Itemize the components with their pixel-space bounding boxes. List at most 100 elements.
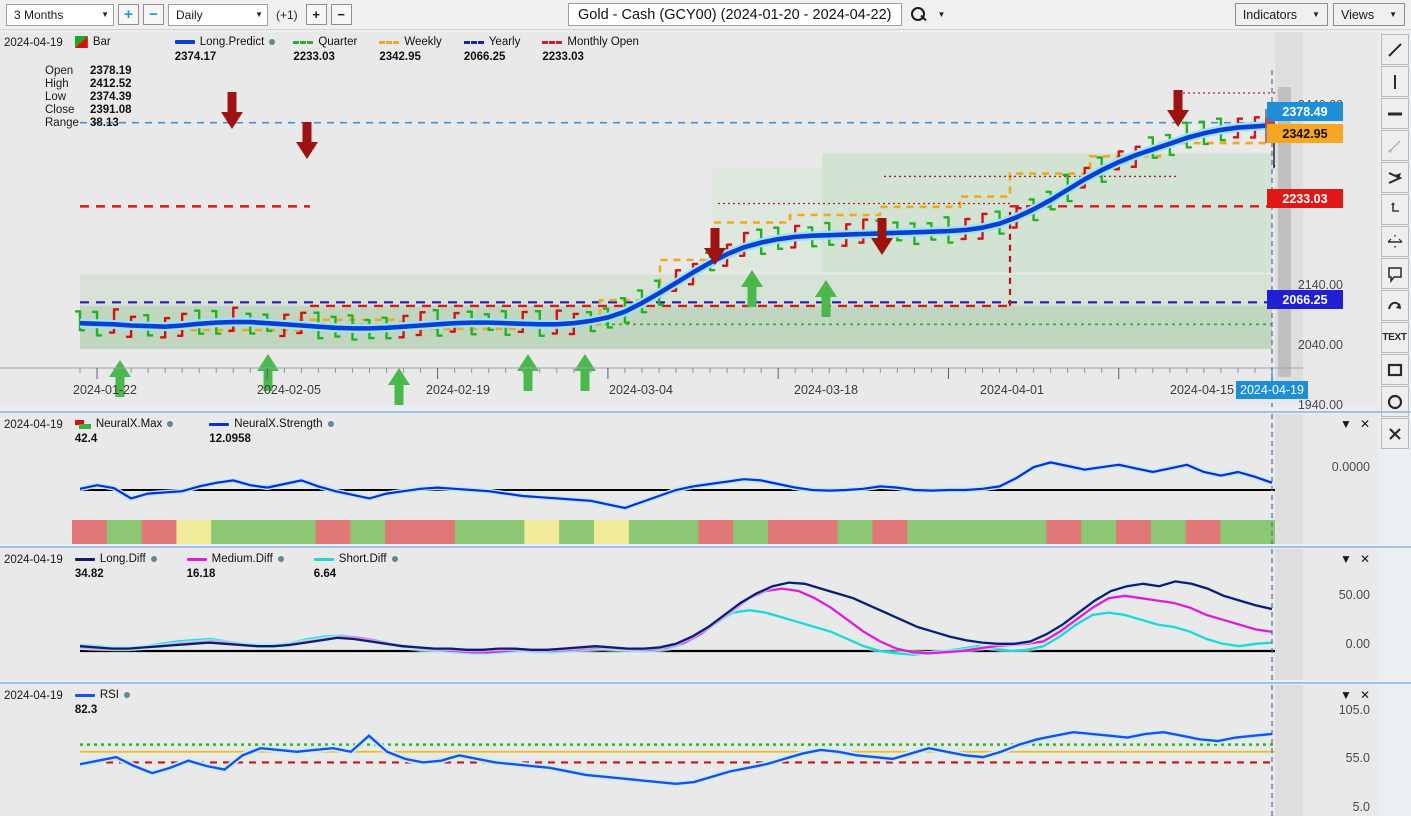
x-cursor-date-tag: 2024-04-19 bbox=[1236, 381, 1308, 399]
range-select-value: 3 Months bbox=[14, 7, 64, 22]
diff-scroll-gutter[interactable] bbox=[1275, 549, 1303, 680]
rsi-panel[interactable]: 2024-04-19 RSI 82.3 ▼ ✕ 105.0 55.0 5.0 bbox=[0, 685, 1378, 816]
x-tick-label: 2024-04-15 bbox=[1170, 383, 1234, 397]
line-swatch-icon bbox=[174, 40, 195, 44]
legend-item-monthly-open[interactable]: Monthly Open 2233.03 bbox=[542, 36, 639, 63]
pitchfork-tool[interactable] bbox=[1380, 162, 1409, 193]
ohlc-open-value: 2378.19 bbox=[90, 65, 132, 77]
settings-dot-icon[interactable] bbox=[150, 556, 157, 562]
range-decrease-button[interactable]: − bbox=[143, 4, 164, 25]
rsi-legend: 2024-04-19 RSI 82.3 bbox=[4, 689, 130, 716]
line-swatch-icon bbox=[74, 557, 95, 561]
neuralx-cursor-date: 2024-04-19 bbox=[4, 419, 63, 431]
interval-decrease-button[interactable]: − bbox=[330, 4, 352, 25]
views-menu-button[interactable]: Views ▼ bbox=[1332, 3, 1405, 26]
legend-item-neuralx-strength[interactable]: NeuralX.Strength 12.0958 bbox=[209, 418, 334, 445]
line-swatch-icon bbox=[186, 557, 207, 561]
diff-panel-controls: ▼ ✕ bbox=[1340, 553, 1370, 565]
settings-dot-icon[interactable] bbox=[269, 39, 276, 45]
legend-item-yearly[interactable]: Yearly 2066.25 bbox=[463, 36, 520, 63]
ohlc-close-label: Close bbox=[45, 104, 75, 116]
chevron-down-icon[interactable]: ▼ bbox=[1340, 418, 1352, 430]
chevron-down-icon: ▼ bbox=[1312, 9, 1320, 19]
neuralx-scroll-gutter[interactable] bbox=[1275, 414, 1303, 544]
delete-tool[interactable] bbox=[1380, 418, 1409, 449]
search-icon[interactable] bbox=[910, 6, 927, 23]
chevron-down-icon[interactable]: ▼ bbox=[938, 10, 946, 19]
trading-chart-window: 3 Months ▼ + − Daily ▼ (+1) + − Gold - C… bbox=[0, 0, 1411, 816]
ohlc-readout: Open 2378.19 High 2412.52 Low 2374.39 Close… bbox=[45, 65, 639, 129]
ohlc-range-value: 38.13 bbox=[90, 117, 119, 129]
interval-select[interactable]: Daily ▼ bbox=[168, 3, 268, 26]
views-menu-label: Views bbox=[1340, 7, 1375, 22]
indicators-menu-button[interactable]: Indicators ▼ bbox=[1234, 3, 1328, 26]
vertical-line-tool[interactable] bbox=[1380, 66, 1409, 97]
chevron-down-icon[interactable]: ▼ bbox=[1340, 553, 1352, 565]
close-icon[interactable]: ✕ bbox=[1360, 689, 1370, 701]
x-tick-label: 2024-04-01 bbox=[980, 383, 1044, 397]
ohlc-open-label: Open bbox=[45, 65, 74, 77]
legend-item-quarter[interactable]: Quarter 2233.03 bbox=[293, 36, 357, 63]
plus-icon: + bbox=[124, 6, 133, 23]
legend-item-long-predict[interactable]: Long.Predict 2374.17 bbox=[174, 36, 276, 63]
horizontal-line-tool[interactable] bbox=[1380, 98, 1409, 129]
rsi-cursor-date: 2024-04-19 bbox=[4, 690, 63, 702]
panel-divider bbox=[0, 546, 1411, 548]
ohlc-close-value: 2391.08 bbox=[90, 104, 132, 116]
diff-panel[interactable]: 2024-04-19 Long.Diff 34.82 Medium.Diff 1… bbox=[0, 549, 1378, 680]
panel-divider bbox=[0, 411, 1411, 413]
price-tag-monthly-open: 2233.03 bbox=[1267, 189, 1343, 208]
neuralx-panel[interactable]: 2024-04-19 NeuralX.Max 42.4 NeuralX.Stre… bbox=[0, 414, 1378, 544]
x-tick-label: 2024-02-19 bbox=[426, 383, 490, 397]
text-tool[interactable]: TEXT bbox=[1380, 322, 1409, 353]
panel-divider bbox=[0, 682, 1411, 684]
settings-dot-icon[interactable] bbox=[167, 421, 174, 427]
callout-tool[interactable] bbox=[1380, 258, 1409, 289]
close-icon[interactable]: ✕ bbox=[1360, 553, 1370, 565]
legend-item-rsi[interactable]: RSI 82.3 bbox=[74, 689, 130, 716]
price-tag-weekly: 2342.95 bbox=[1267, 124, 1343, 143]
rsi-panel-controls: ▼ ✕ bbox=[1340, 689, 1370, 701]
legend-item-long-diff[interactable]: Long.Diff 34.82 bbox=[74, 553, 157, 580]
legend-item-medium-diff[interactable]: Medium.Diff 16.18 bbox=[186, 553, 284, 580]
ohlc-range-label: Range bbox=[45, 117, 79, 129]
measure-tool[interactable] bbox=[1380, 194, 1409, 225]
line-swatch-icon bbox=[313, 557, 334, 561]
legend-item-short-diff[interactable]: Short.Diff 6.64 bbox=[313, 553, 398, 580]
rsi-scroll-gutter[interactable] bbox=[1275, 685, 1303, 816]
toolbar-right-menus: Indicators ▼ Views ▼ bbox=[1234, 3, 1405, 26]
interval-increase-button[interactable]: + bbox=[305, 4, 327, 25]
neuralx-panel-controls: ▼ ✕ bbox=[1340, 418, 1370, 430]
settings-dot-icon[interactable] bbox=[277, 556, 284, 562]
trendline-tool[interactable] bbox=[1380, 34, 1409, 65]
chevron-down-icon[interactable]: ▼ bbox=[1340, 689, 1352, 701]
legend-item-weekly[interactable]: Weekly 2342.95 bbox=[379, 36, 442, 63]
legend-item-bar[interactable]: Bar bbox=[75, 36, 111, 48]
x-axis[interactable]: 2024-01-22 2024-02-05 2024-02-19 2024-03… bbox=[0, 367, 1308, 407]
settings-dot-icon[interactable] bbox=[391, 556, 398, 562]
ohlc-low-label: Low bbox=[45, 91, 67, 103]
bar-icon bbox=[75, 36, 88, 48]
line-swatch-icon bbox=[74, 693, 95, 697]
neuralx-max-swatch-icon bbox=[74, 419, 91, 429]
settings-dot-icon[interactable] bbox=[327, 421, 334, 427]
symbol-input[interactable]: Gold - Cash (GCY00) (2024-01-20 - 2024-0… bbox=[568, 3, 902, 26]
dash-swatch-icon bbox=[379, 40, 400, 44]
range-select[interactable]: 3 Months ▼ bbox=[6, 3, 114, 26]
rectangle-tool[interactable] bbox=[1380, 354, 1409, 385]
settings-dot-icon[interactable] bbox=[124, 692, 130, 698]
close-icon[interactable]: ✕ bbox=[1360, 418, 1370, 430]
x-tick-label: 2024-02-05 bbox=[257, 383, 321, 397]
price-chart-panel[interactable]: 2024-04-19 Bar Long.Predict 2374.17 Quar… bbox=[0, 32, 1378, 412]
curve-tool[interactable] bbox=[1380, 290, 1409, 321]
interval-select-value: Daily bbox=[176, 7, 203, 22]
range-increase-button[interactable]: + bbox=[118, 4, 139, 25]
ohlc-high-value: 2412.52 bbox=[90, 78, 132, 90]
ray-tool[interactable] bbox=[1380, 130, 1409, 161]
fibonacci-tool[interactable] bbox=[1380, 226, 1409, 257]
dash-swatch-icon bbox=[293, 40, 314, 44]
indicators-menu-label: Indicators bbox=[1242, 7, 1298, 22]
legend-item-neuralx-max[interactable]: NeuralX.Max 42.4 bbox=[74, 418, 174, 445]
rsi-canvas[interactable] bbox=[0, 685, 1303, 816]
y-tick-label: 2040.00 bbox=[1297, 338, 1343, 352]
